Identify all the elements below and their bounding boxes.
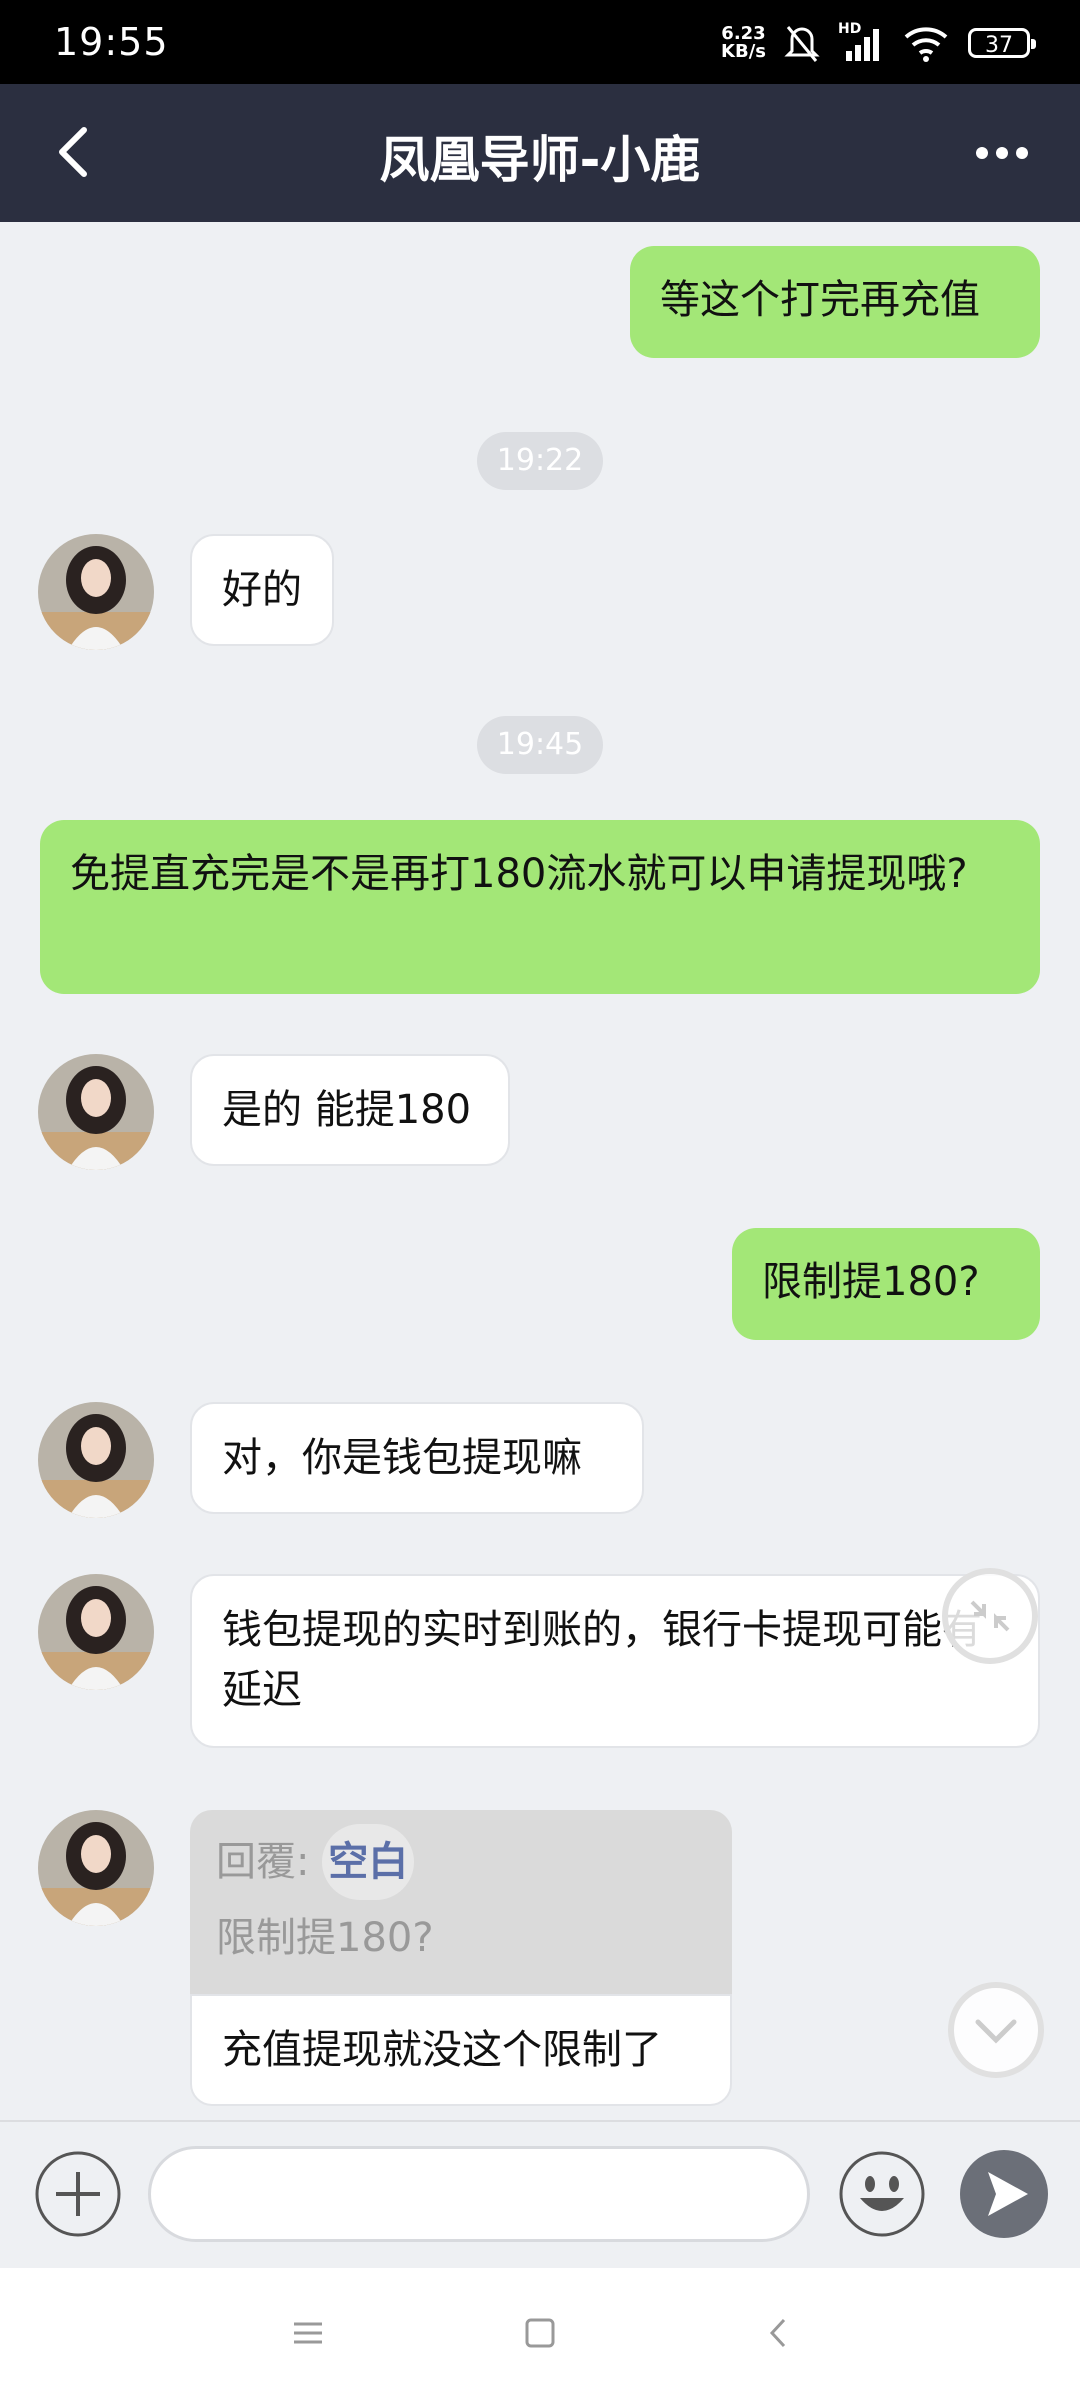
quote-author: 空白 xyxy=(322,1824,415,1900)
message-list[interactable]: 等这个打完再充值 19:22 好的 19:45 免提直充完是不是再打180流水就… xyxy=(0,222,1080,2120)
message-input[interactable] xyxy=(148,2146,810,2242)
quote-text: 限制提180? xyxy=(216,1915,434,1961)
back-triangle-icon[interactable] xyxy=(748,2308,808,2358)
mute-bell-icon xyxy=(784,26,820,62)
quote-header: 回覆: 空白 xyxy=(216,1824,706,1900)
collapse-arrows-icon xyxy=(970,1600,1010,1632)
chat-title: 凤凰导师-小鹿 xyxy=(379,131,701,189)
message-received[interactable]: 好的 xyxy=(190,534,334,646)
message-sent[interactable]: 限制提180? xyxy=(732,1228,1040,1340)
system-navigation-bar xyxy=(0,2268,1080,2400)
home-square-icon[interactable] xyxy=(510,2308,570,2358)
message-input-bar xyxy=(0,2120,1080,2270)
send-icon[interactable] xyxy=(960,2150,1048,2238)
collapse-button[interactable] xyxy=(942,1568,1038,1664)
battery-indicator: 37 xyxy=(968,28,1036,58)
message-received[interactable]: 是的 能提180 xyxy=(190,1054,510,1166)
menu-lines-icon[interactable] xyxy=(278,2308,338,2358)
avatar[interactable] xyxy=(38,1402,154,1518)
scroll-to-bottom-button[interactable] xyxy=(948,1982,1044,2078)
timestamp-chip: 19:45 xyxy=(477,716,603,774)
message-received[interactable]: 钱包提现的实时到账的，银行卡提现可能有延迟 xyxy=(190,1574,1040,1748)
message-sent[interactable]: 免提直充完是不是再打180流水就可以申请提现哦? xyxy=(40,820,1040,994)
avatar[interactable] xyxy=(38,1054,154,1170)
smiley-icon[interactable] xyxy=(838,2150,926,2238)
avatar[interactable] xyxy=(38,1574,154,1690)
more-dots-icon[interactable] xyxy=(972,128,1032,178)
chevron-down-icon xyxy=(975,2019,1017,2044)
message-sent[interactable]: 等这个打完再充值 xyxy=(630,246,1040,358)
message-received[interactable]: 对，你是钱包提现嘛 xyxy=(190,1402,644,1514)
status-time: 19:55 xyxy=(54,20,169,64)
signal-icon: HD xyxy=(838,21,884,63)
status-bar: 19:55 6.23 KB/s HD 37 xyxy=(0,0,1080,84)
avatar[interactable] xyxy=(38,534,154,650)
timestamp-chip: 19:22 xyxy=(477,432,603,490)
plus-circle-icon[interactable] xyxy=(34,2150,122,2238)
quote-prefix: 回覆: xyxy=(216,1839,310,1885)
status-icons: 6.23 KB/s HD 37 xyxy=(721,18,1036,68)
net-speed: 6.23 KB/s xyxy=(721,23,766,62)
avatar[interactable] xyxy=(38,1810,154,1926)
message-received[interactable]: 充值提现就没这个限制了 xyxy=(190,1994,732,2106)
chat-header: 凤凰导师-小鹿 xyxy=(0,84,1080,222)
wifi-icon xyxy=(904,27,948,62)
reply-quote[interactable]: 回覆: 空白 限制提180? xyxy=(190,1810,732,1996)
